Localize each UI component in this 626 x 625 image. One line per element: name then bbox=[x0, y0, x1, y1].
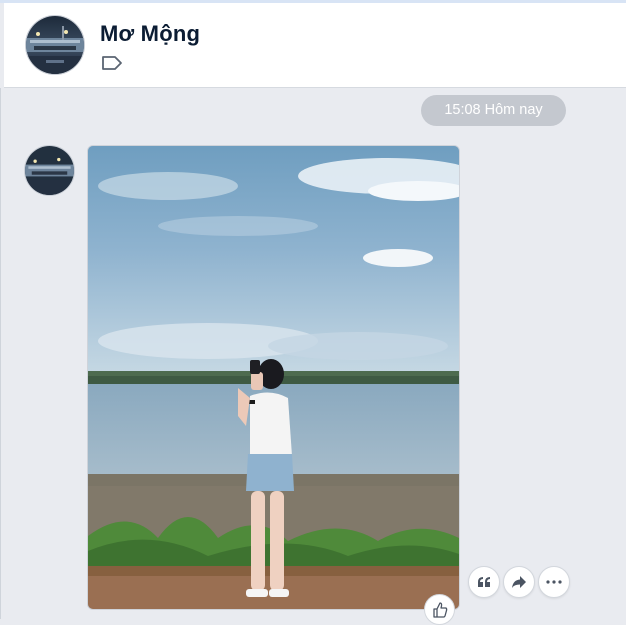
tag-outline-icon[interactable] bbox=[101, 55, 123, 71]
sender-avatar[interactable] bbox=[24, 145, 75, 196]
contact-avatar[interactable] bbox=[25, 15, 85, 75]
photo-message[interactable] bbox=[87, 145, 460, 610]
conversation-title: Mơ Mộng bbox=[100, 21, 201, 46]
reaction-button[interactable] bbox=[424, 594, 455, 625]
thumbs-up-icon bbox=[432, 601, 447, 618]
more-dots-icon bbox=[546, 580, 562, 584]
forward-arrow-icon bbox=[512, 576, 526, 588]
forward-button[interactable] bbox=[503, 566, 535, 598]
date-separator: 15:08 Hôm nay bbox=[421, 95, 566, 126]
more-button[interactable] bbox=[538, 566, 570, 598]
chat-header: Mơ Mộng bbox=[4, 3, 626, 88]
panel-divider bbox=[0, 88, 1, 619]
quote-button[interactable] bbox=[468, 566, 500, 598]
photo-lake-girl bbox=[88, 146, 459, 609]
quote-icon bbox=[478, 577, 490, 587]
